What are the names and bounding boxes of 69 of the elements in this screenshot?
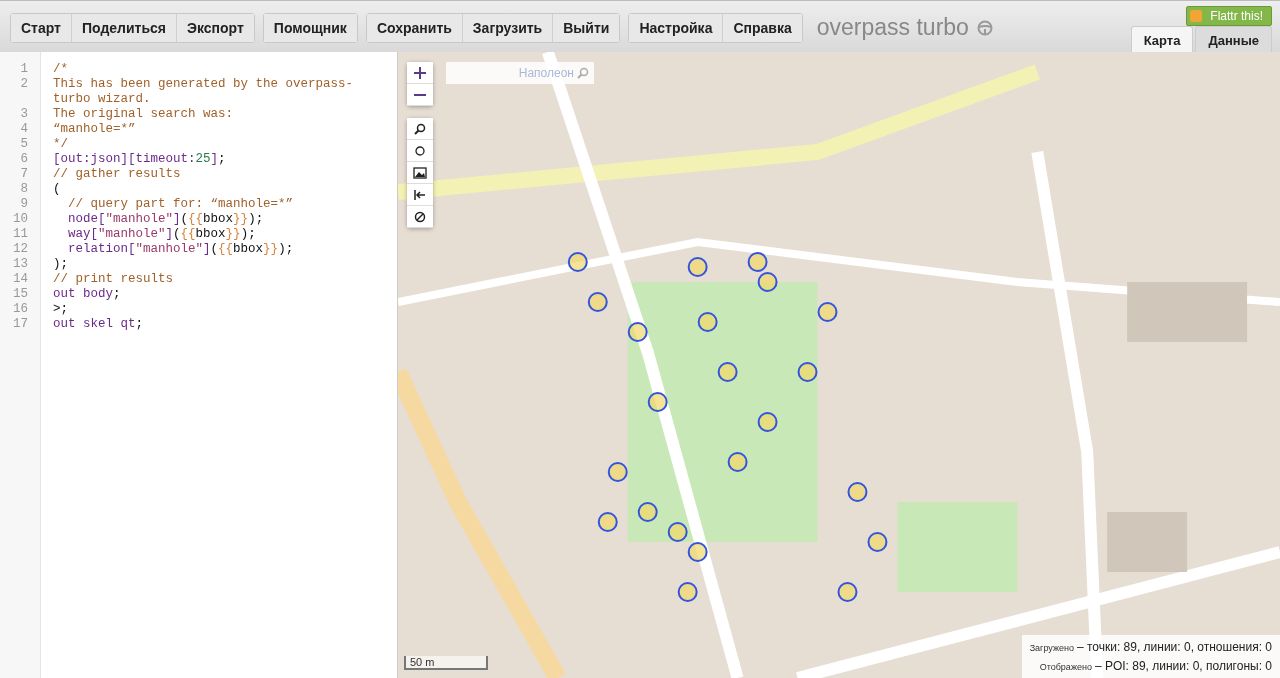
code-line: /* [53, 62, 69, 77]
arrow-to-bar-icon [414, 189, 426, 200]
line-number: 2 [19, 77, 28, 93]
code-line: [out:json][timeout:25]; [53, 152, 227, 167]
circle-icon [415, 145, 425, 156]
code-line: */ [53, 137, 69, 152]
line-number: 14 [12, 272, 28, 287]
search-icon [577, 67, 589, 79]
line-number: 13 [12, 257, 28, 272]
code-line: // print results [53, 272, 175, 287]
line-number: 15 [12, 287, 28, 302]
toolbar-button[interactable]: Экспорт [176, 13, 254, 42]
code-line: The original search was: [53, 107, 235, 122]
line-number: 6 [19, 152, 28, 167]
stats-label: Отображено [1039, 661, 1092, 674]
view-tab[interactable]: Данные [1195, 26, 1272, 54]
view-tab[interactable]: Карта [1130, 26, 1194, 54]
image-icon [413, 166, 427, 179]
toolbar-button[interactable]: Загрузить [461, 13, 553, 42]
toolbar-button[interactable]: Настройка [629, 13, 723, 42]
image-button[interactable] [407, 162, 433, 184]
toolbar-button[interactable]: Справка [722, 13, 802, 42]
code-line: relation["manhole"]({{bbox}}); [67, 242, 295, 257]
code-line: out body; [53, 287, 122, 302]
code-line: ( [53, 182, 62, 197]
toolbar-button[interactable]: Сохранить [366, 13, 462, 42]
app-title: overpass turbo [816, 14, 969, 41]
code-line: >; [53, 302, 69, 317]
code-line: “manhole=*” [53, 122, 137, 137]
code-line: ); [53, 257, 69, 272]
plus-icon [413, 65, 427, 80]
forbidden-icon [414, 210, 426, 223]
code-line: way["manhole"]({{bbox}}); [67, 227, 257, 242]
code-line: // gather results [53, 167, 182, 182]
arrow-bar-button[interactable] [407, 184, 433, 206]
stats-value: – точки: 89, линии: 0, отношения: 0 [1076, 639, 1272, 656]
code-line: node["manhole"]({{bbox}}); [67, 212, 265, 227]
forbidden-button[interactable] [407, 206, 433, 228]
search-field[interactable]: Наполеон [446, 62, 594, 84]
toolbar-button[interactable]: Поделиться [71, 13, 176, 42]
scale-bar: 50 m [404, 656, 488, 670]
code-line: out skel qt; [53, 317, 145, 332]
line-number: 5 [19, 137, 28, 152]
stats-label: Загружено [1029, 642, 1074, 655]
line-number: 17 [12, 317, 28, 332]
code-line: This has been generated by the overpass-turbo wizard. [53, 77, 355, 107]
search-icon [414, 122, 426, 135]
map-placeholder[interactable]: Наполеон 50 m Загружено – точки: 89, линии: 0, отношения: 0 Отображено – POI: 89, линии: 0, полигоны: 0 [397, 52, 1280, 678]
line-number: 1 [19, 62, 28, 77]
stats-value: – POI: 89, линии: 0, полигоны: 0 [1094, 658, 1272, 675]
circle-button[interactable] [407, 140, 433, 162]
zoom-in-button[interactable] [407, 62, 433, 84]
line-number: 9 [19, 197, 28, 212]
steering-wheel-icon [976, 19, 993, 36]
search-button[interactable] [407, 118, 433, 140]
toolbar-button[interactable]: Выйти [552, 13, 620, 42]
line-number: 4 [19, 122, 28, 137]
line-number: 8 [19, 182, 28, 197]
zoom-out-button[interactable] [407, 84, 433, 106]
line-number: 11 [12, 227, 28, 242]
line-number: 16 [12, 302, 28, 317]
line-number: 12 [12, 242, 28, 257]
toolbar-button[interactable]: Старт [11, 13, 71, 42]
line-number: 3 [19, 107, 28, 122]
toolbar-button[interactable]: Помощник [263, 13, 357, 42]
minus-icon [414, 93, 426, 96]
code-line: // query part for: “manhole=*” [67, 197, 295, 212]
line-number: 10 [12, 212, 28, 227]
line-number: 7 [19, 167, 28, 182]
